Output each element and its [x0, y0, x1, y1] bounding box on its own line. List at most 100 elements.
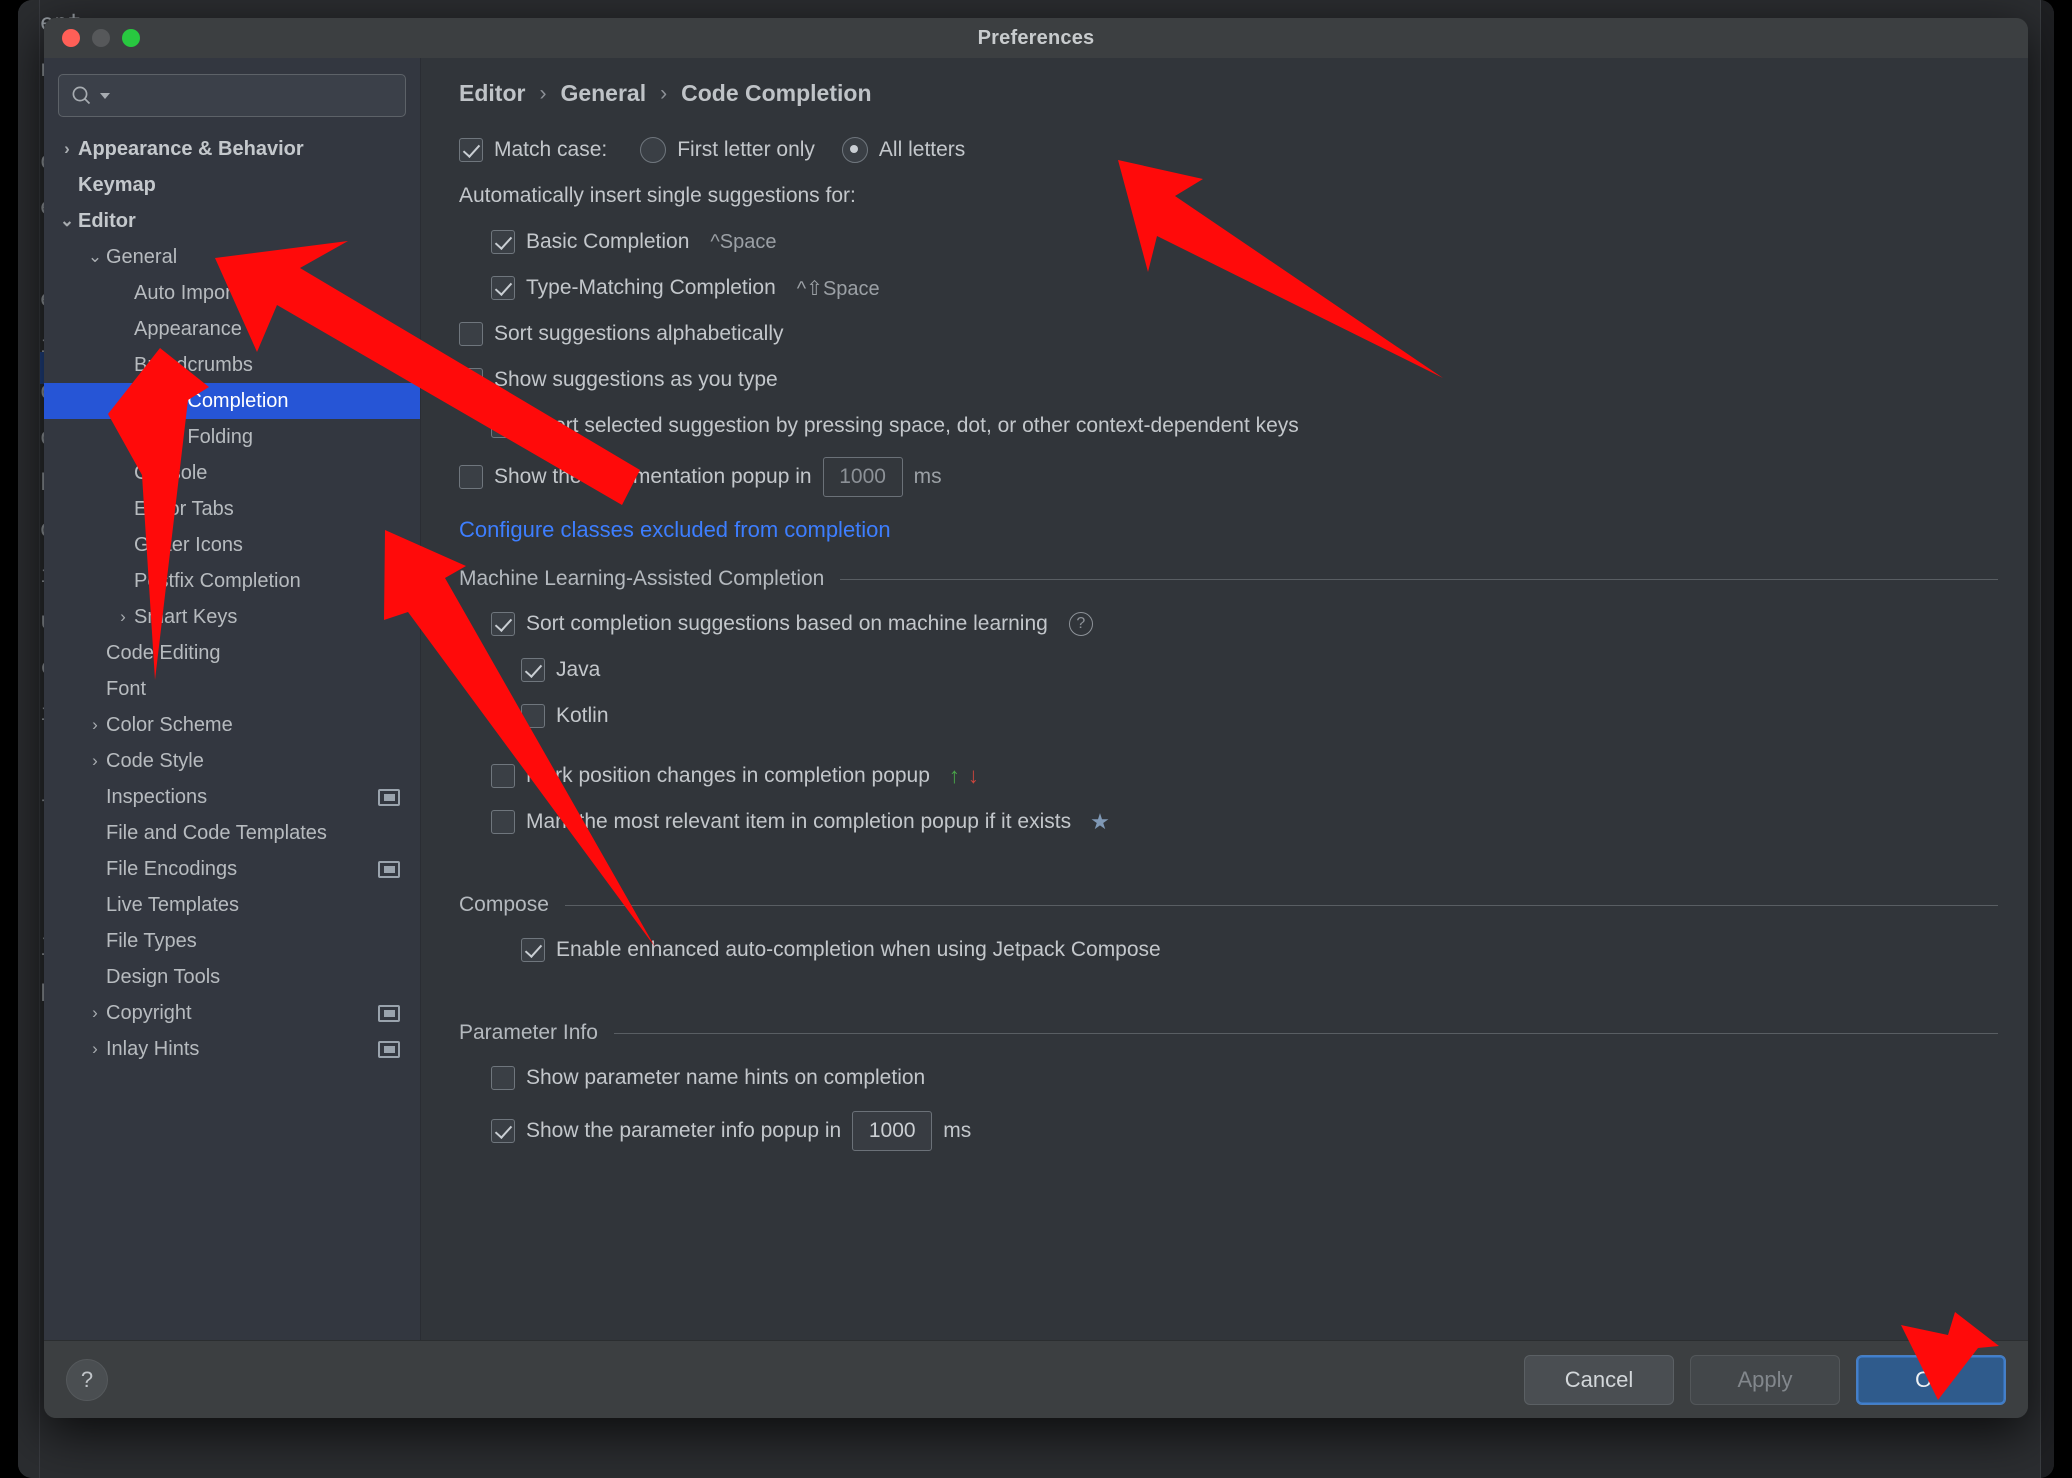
sidebar-item-code-editing[interactable]: Code Editing	[44, 635, 420, 671]
window-controls[interactable]	[62, 29, 140, 47]
chevron-down-icon[interactable]: ⌄	[84, 247, 106, 267]
sort-ml-checkbox[interactable]	[491, 612, 515, 636]
chevron-right-icon[interactable]: ›	[56, 139, 78, 159]
sidebar-item-label: Editor	[78, 209, 136, 232]
ok-button[interactable]: OK	[1856, 1354, 2006, 1405]
star-icon: ★	[1090, 809, 1110, 834]
basic-completion-label[interactable]: Basic Completion	[526, 230, 689, 254]
sidebar-item-color-scheme[interactable]: › Color Scheme	[44, 707, 420, 743]
sidebar-item-breadcrumbs[interactable]: Breadcrumbs	[44, 347, 420, 383]
mark-relevant-checkbox[interactable]	[491, 810, 515, 834]
sidebar-item-label: Copyright	[106, 1001, 192, 1024]
sort-alphabetically-row: Sort suggestions alphabetically	[459, 317, 1998, 351]
sidebar-item-auto-import[interactable]: Auto Import	[44, 275, 420, 311]
param-info-popup-unit: ms	[943, 1119, 972, 1142]
sidebar-item-code-folding[interactable]: Code Folding	[44, 419, 420, 455]
sidebar-item-gutter-icons[interactable]: Gutter Icons	[44, 527, 420, 563]
mark-relevant-label[interactable]: Mark the most relevant item in completio…	[526, 810, 1071, 834]
insert-selected-suggestion-label[interactable]: Insert selected suggestion by pressing s…	[526, 414, 1299, 438]
sort-alphabetically-checkbox[interactable]	[459, 322, 483, 346]
sidebar-item-live-templates[interactable]: Live Templates	[44, 887, 420, 923]
match-case-first-letter-label[interactable]: First letter only	[677, 138, 815, 162]
minimize-window-button[interactable]	[92, 29, 110, 47]
chevron-right-icon[interactable]: ›	[84, 751, 106, 771]
sidebar-item-label: File Types	[106, 929, 197, 952]
ml-java-checkbox[interactable]	[521, 658, 545, 682]
maximize-window-button[interactable]	[122, 29, 140, 47]
basic-completion-checkbox[interactable]	[491, 230, 515, 254]
show-suggestions-checkbox[interactable]	[459, 368, 483, 392]
chevron-down-icon[interactable]	[99, 91, 111, 101]
sidebar-item-appearance-behavior[interactable]: › Appearance & Behavior	[44, 131, 420, 167]
sidebar-item-label: Font	[106, 677, 147, 700]
param-info-popup-checkbox[interactable]	[491, 1119, 515, 1143]
ml-section-header: Machine Learning-Assisted Completion	[459, 567, 1998, 591]
match-case-all-letters-radio[interactable]	[841, 137, 868, 163]
sidebar-item-file-types[interactable]: File Types	[44, 923, 420, 959]
cancel-button[interactable]: Cancel	[1524, 1354, 1674, 1405]
editor-right-edge	[2040, 0, 2054, 1478]
chevron-right-icon[interactable]: ›	[84, 1003, 106, 1023]
documentation-popup-label[interactable]: Show the documentation popup in	[494, 465, 812, 489]
sidebar-item-font[interactable]: Font	[44, 671, 420, 707]
sidebar-item-appearance[interactable]: Appearance	[44, 311, 420, 347]
sidebar-item-console[interactable]: Console	[44, 455, 420, 491]
configure-excluded-link-row: Configure classes excluded from completi…	[459, 513, 1998, 547]
sidebar-item-label: Code Style	[106, 749, 204, 772]
param-name-hints-label[interactable]: Show parameter name hints on completion	[526, 1066, 925, 1090]
sidebar-item-file-and-code-templates[interactable]: File and Code Templates	[44, 815, 420, 851]
sidebar-item-design-tools[interactable]: Design Tools	[44, 959, 420, 995]
documentation-popup-delay-input[interactable]: 1000	[822, 457, 903, 497]
help-circle-icon[interactable]: ?	[1068, 612, 1093, 636]
search-input[interactable]	[117, 85, 393, 106]
settings-tree[interactable]: › Appearance & Behavior Keymap ⌄ Editor ⌄ Gene…	[44, 125, 420, 1340]
show-suggestions-label[interactable]: Show suggestions as you type	[494, 368, 778, 392]
type-matching-completion-label[interactable]: Type-Matching Completion	[526, 276, 776, 300]
sidebar-item-label: Color Scheme	[106, 713, 233, 736]
breadcrumb-item-editor[interactable]: Editor	[459, 80, 525, 107]
sidebar-item-editor-tabs[interactable]: Editor Tabs	[44, 491, 420, 527]
chevron-right-icon[interactable]: ›	[84, 715, 106, 735]
sidebar-item-code-style[interactable]: › Code Style	[44, 743, 420, 779]
documentation-popup-checkbox[interactable]	[459, 465, 483, 489]
ml-kotlin-label[interactable]: Kotlin	[556, 704, 609, 728]
insert-selected-suggestion-checkbox[interactable]	[491, 414, 515, 438]
close-window-button[interactable]	[62, 29, 80, 47]
sidebar-item-editor[interactable]: ⌄ Editor	[44, 203, 420, 239]
mark-position-label[interactable]: Mark position changes in completion popu…	[526, 764, 930, 788]
sidebar-item-inspections[interactable]: Inspections	[44, 779, 420, 815]
compose-section-divider	[564, 904, 1998, 906]
sidebar-item-keymap[interactable]: Keymap	[44, 167, 420, 203]
sort-alphabetically-label[interactable]: Sort suggestions alphabetically	[494, 322, 784, 346]
sidebar-item-postfix-completion[interactable]: Postfix Completion	[44, 563, 420, 599]
match-case-checkbox[interactable]	[459, 138, 483, 162]
type-matching-completion-checkbox[interactable]	[491, 276, 515, 300]
sidebar-item-copyright[interactable]: › Copyright	[44, 995, 420, 1031]
sidebar-item-smart-keys[interactable]: › Smart Keys	[44, 599, 420, 635]
breadcrumb-item-general[interactable]: General	[560, 80, 646, 107]
search-box[interactable]	[58, 74, 406, 117]
auto-insert-header-row: Automatically insert single suggestions …	[459, 179, 1998, 213]
sidebar-item-general[interactable]: ⌄ General	[44, 239, 420, 275]
mark-relevant-row: Mark the most relevant item in completio…	[491, 805, 1998, 839]
ml-java-label[interactable]: Java	[556, 658, 600, 682]
chevron-right-icon[interactable]: ›	[112, 607, 134, 627]
configure-excluded-classes-link[interactable]: Configure classes excluded from completi…	[459, 517, 891, 543]
param-info-popup-label[interactable]: Show the parameter info popup in	[526, 1119, 841, 1143]
match-case-label: Match case:	[494, 138, 608, 161]
sidebar-item-file-encodings[interactable]: File Encodings	[44, 851, 420, 887]
param-info-popup-delay-input[interactable]: 1000	[852, 1111, 933, 1151]
ml-kotlin-checkbox[interactable]	[521, 704, 545, 728]
compose-enable-checkbox[interactable]	[521, 938, 545, 962]
sort-ml-label[interactable]: Sort completion suggestions based on mac…	[526, 612, 1048, 636]
sidebar-item-code-completion[interactable]: Code Completion	[44, 383, 420, 419]
chevron-right-icon[interactable]: ›	[84, 1039, 106, 1059]
help-button[interactable]: ?	[66, 1358, 108, 1401]
match-case-first-letter-radio[interactable]	[640, 137, 667, 163]
match-case-all-letters-label[interactable]: All letters	[879, 138, 965, 162]
mark-position-checkbox[interactable]	[491, 764, 515, 788]
compose-enable-label[interactable]: Enable enhanced auto-completion when usi…	[556, 938, 1161, 962]
param-name-hints-checkbox[interactable]	[491, 1066, 515, 1090]
sidebar-item-inlay-hints[interactable]: › Inlay Hints	[44, 1031, 420, 1067]
chevron-down-icon[interactable]: ⌄	[56, 211, 78, 231]
